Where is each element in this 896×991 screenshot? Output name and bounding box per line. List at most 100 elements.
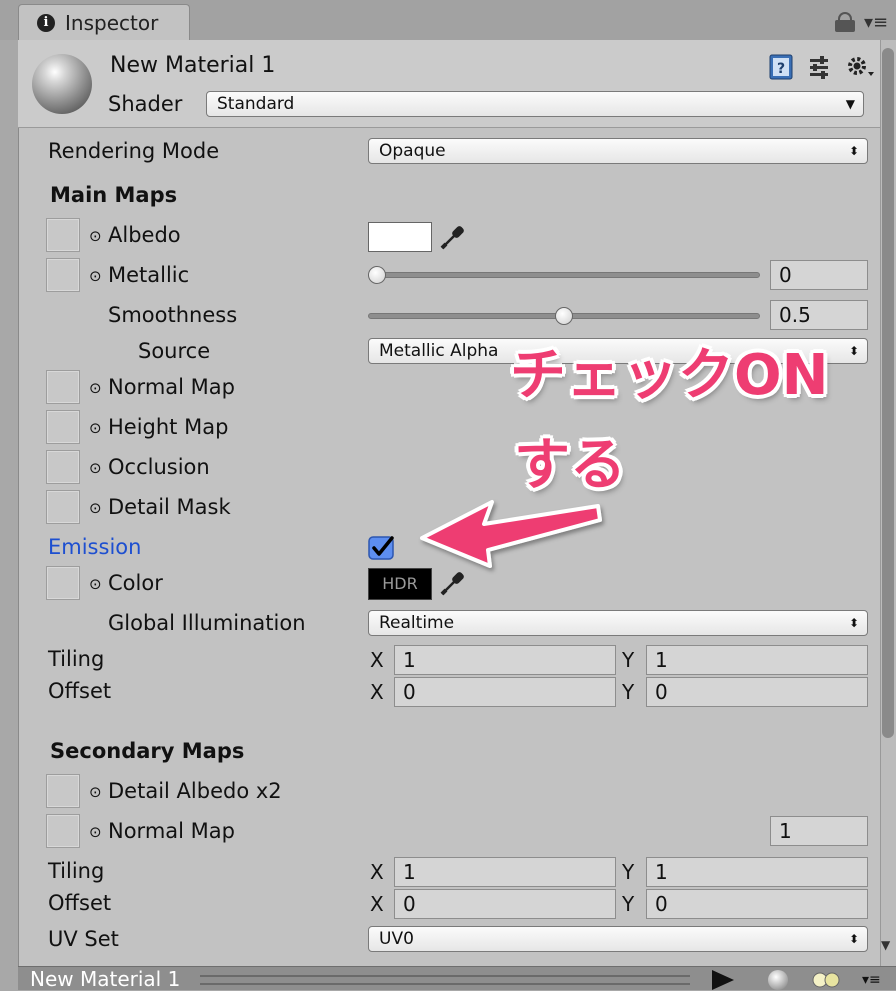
preset-sliders-icon[interactable] [808, 54, 832, 80]
smoothness-slider-thumb[interactable] [555, 307, 573, 325]
detail-albedo-texture-slot[interactable] [46, 774, 80, 808]
tiling-label: Tiling [48, 647, 105, 671]
tab-inspector[interactable]: i Inspector [18, 4, 190, 40]
metallic-label: Metallic [108, 263, 190, 287]
updown-arrow-icon: ⬍ [848, 344, 859, 358]
object-picker-icon[interactable]: ⊙ [89, 267, 102, 285]
metallic-slider-thumb[interactable] [368, 266, 386, 284]
global-illumination-label: Global Illumination [108, 611, 306, 635]
tab-inspector-label: Inspector [65, 11, 159, 35]
secondary-offset-label: Offset [48, 891, 112, 915]
tiling-y-label: Y [622, 648, 635, 672]
detail-mask-texture-slot[interactable] [46, 490, 80, 524]
emission-color-texture-slot[interactable] [46, 566, 80, 600]
smoothness-value-field[interactable]: 0.5 [770, 300, 868, 330]
secondary-offset-y-field[interactable]: 0 [646, 889, 868, 919]
info-icon: i [37, 14, 55, 32]
help-book-icon[interactable]: ? [768, 54, 796, 80]
occlusion-texture-slot[interactable] [46, 450, 80, 484]
albedo-texture-slot[interactable] [46, 218, 80, 252]
normal-map-texture-slot[interactable] [46, 370, 80, 404]
albedo-label: Albedo [108, 223, 181, 247]
metallic-slider-track[interactable] [368, 272, 760, 278]
secondary-offset-y-label: Y [622, 892, 635, 916]
emission-label: Emission [48, 535, 142, 559]
menu-icon[interactable]: ▾≡ [864, 14, 888, 32]
material-preview-sphere [32, 54, 92, 114]
occlusion-label: Occlusion [108, 455, 210, 479]
secondary-tiling-y-field[interactable]: 1 [646, 857, 868, 887]
preview-sphere-icon[interactable] [768, 970, 788, 990]
shader-label: Shader [108, 92, 183, 116]
emission-checkbox[interactable] [368, 534, 396, 562]
updown-arrow-icon: ⬍ [848, 616, 859, 630]
emission-color-label: Color [108, 571, 163, 595]
secondary-offset-x-field[interactable]: 0 [394, 889, 616, 919]
svg-text:?: ? [777, 61, 785, 77]
shader-dropdown[interactable]: Standard ▼ [206, 91, 864, 117]
secondary-tiling-y-label: Y [622, 860, 635, 884]
eyedropper-icon[interactable] [438, 222, 468, 252]
lock-icon-body [835, 20, 855, 32]
secondary-maps-heading: Secondary Maps [50, 739, 245, 763]
object-picker-icon[interactable]: ⊙ [89, 459, 102, 477]
object-picker-icon[interactable]: ⊙ [89, 783, 102, 801]
updown-arrow-icon: ⬍ [848, 932, 859, 946]
offset-label: Offset [48, 679, 112, 703]
object-picker-icon[interactable]: ⊙ [89, 499, 102, 517]
tiling-x-label: X [370, 648, 384, 672]
object-picker-icon[interactable]: ⊙ [89, 575, 102, 593]
secondary-normal-map-label: Normal Map [108, 819, 235, 843]
global-illumination-dropdown[interactable]: Realtime ⬍ [368, 610, 868, 636]
uv-set-value: UV0 [379, 929, 414, 949]
annotation-text-line1: チェックON [510, 343, 829, 408]
annotation-text-line2: する [514, 433, 626, 498]
source-label: Source [138, 339, 211, 363]
rendering-mode-label: Rendering Mode [48, 139, 220, 163]
object-picker-icon[interactable]: ⊙ [89, 379, 102, 397]
object-picker-icon[interactable]: ⊙ [89, 419, 102, 437]
uv-set-dropdown[interactable]: UV0 ⬍ [368, 926, 868, 952]
secondary-offset-x-label: X [370, 892, 384, 916]
preview-menu-icon[interactable]: ▾≡ [862, 972, 881, 988]
normal-map-label: Normal Map [108, 375, 235, 399]
height-map-label: Height Map [108, 415, 229, 439]
albedo-color-swatch[interactable] [368, 222, 432, 252]
metallic-texture-slot[interactable] [46, 258, 80, 292]
uv-set-label: UV Set [48, 927, 119, 951]
offset-y-field[interactable]: 0 [646, 677, 868, 707]
offset-x-field[interactable]: 0 [394, 677, 616, 707]
rendering-mode-value: Opaque [379, 141, 446, 161]
preview-lights-icon[interactable] [812, 972, 840, 988]
material-name: New Material 1 [110, 53, 276, 78]
scroll-down-arrow-icon[interactable]: ▼ [881, 938, 890, 952]
scrollbar-thumb[interactable] [882, 48, 894, 738]
updown-arrow-icon: ⬍ [848, 144, 859, 158]
object-picker-icon[interactable]: ⊙ [89, 823, 102, 841]
detail-mask-label: Detail Mask [108, 495, 231, 519]
preview-drag-handle[interactable] [200, 975, 690, 985]
main-maps-heading: Main Maps [50, 183, 178, 207]
secondary-tiling-x-field[interactable]: 1 [394, 857, 616, 887]
secondary-normal-scale-field[interactable]: 1 [770, 816, 868, 846]
annotation-arrow [420, 500, 602, 568]
object-picker-icon[interactable]: ⊙ [89, 227, 102, 245]
play-icon[interactable] [712, 970, 734, 990]
height-map-texture-slot[interactable] [46, 410, 80, 444]
preview-title: New Material 1 [30, 967, 181, 991]
offset-y-label: Y [622, 680, 635, 704]
tiling-x-field[interactable]: 1 [394, 645, 616, 675]
secondary-tiling-x-label: X [370, 860, 384, 884]
detail-albedo-label: Detail Albedo x2 [108, 779, 282, 803]
tiling-y-field[interactable]: 1 [646, 645, 868, 675]
global-illumination-value: Realtime [379, 613, 455, 633]
secondary-tiling-label: Tiling [48, 859, 105, 883]
rendering-mode-dropdown[interactable]: Opaque ⬍ [368, 138, 868, 164]
dropdown-arrow-icon: ▼ [845, 97, 855, 111]
secondary-normal-map-texture-slot[interactable] [46, 814, 80, 848]
offset-x-label: X [370, 680, 384, 704]
metallic-value-field[interactable]: 0 [770, 260, 868, 290]
source-value: Metallic Alpha [379, 341, 499, 361]
shader-value: Standard [217, 94, 295, 114]
gear-icon[interactable] [846, 54, 876, 80]
